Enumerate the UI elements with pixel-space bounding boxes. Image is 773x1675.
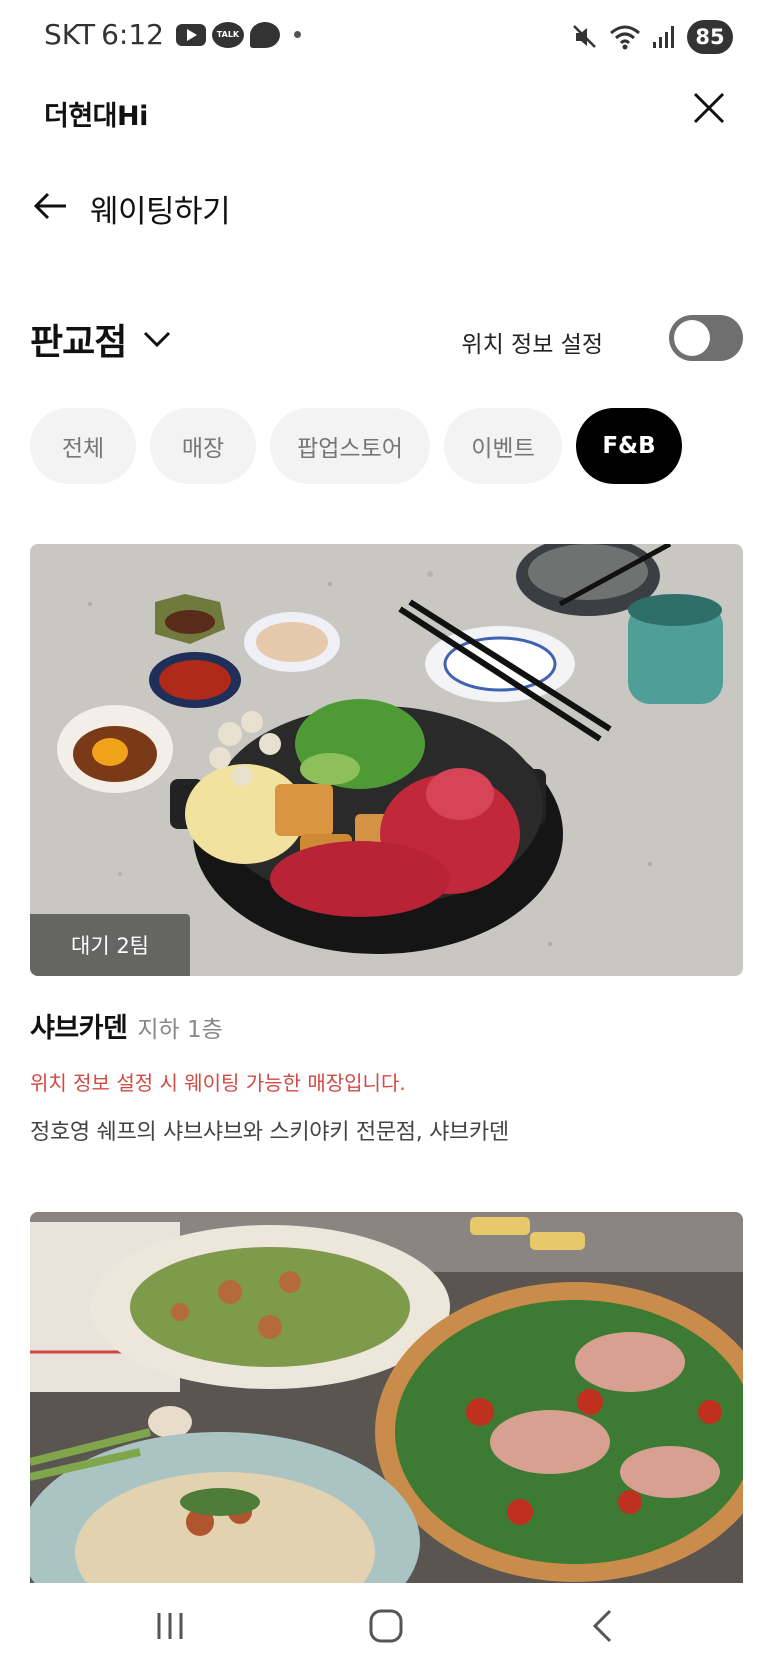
carrier: SKT <box>44 18 96 51</box>
system-back-button[interactable] <box>572 1601 632 1651</box>
toggle-knob <box>674 320 710 356</box>
app-title: 더현대Hi <box>44 101 148 132</box>
back-arrow-icon <box>33 192 66 220</box>
store-name-row: 샤브카덴 지하 1층 <box>30 1006 743 1045</box>
location-setting-label: 위치 정보 설정 <box>461 332 603 358</box>
status-left: SKT 6:12 TALK <box>44 18 301 51</box>
store-description: 정호영 쉐프의 샤브샤브와 스키야키 전문점, 샤브카덴 <box>30 1120 509 1145</box>
signal-icon <box>651 24 677 50</box>
store-card[interactable] <box>30 1212 743 1583</box>
store-card-name: 샤브카덴 <box>30 1013 128 1044</box>
wait-badge: 대기 2팀 <box>30 914 190 976</box>
store-image[interactable]: 대기 2팀 <box>30 544 743 976</box>
clock: 6:12 <box>101 18 164 51</box>
recent-apps-icon <box>157 1613 183 1639</box>
location-toggle[interactable] <box>669 315 743 361</box>
italian-food-photo <box>30 1212 743 1583</box>
store-image[interactable] <box>30 1212 743 1583</box>
chip-fnb[interactable]: F&B <box>576 408 682 484</box>
back-button[interactable] <box>30 184 74 228</box>
home-button[interactable] <box>356 1601 416 1651</box>
system-nav-bar <box>0 1583 773 1675</box>
close-icon <box>693 92 725 124</box>
threads-icon <box>249 21 280 48</box>
status-right: 85 <box>571 20 733 54</box>
home-icon <box>369 1609 403 1643</box>
category-chips: 전체 매장 팝업스토어 이벤트 F&B <box>30 408 682 484</box>
kakaotalk-icon: TALK <box>211 21 244 48</box>
wifi-icon <box>609 23 641 51</box>
chip-store[interactable]: 매장 <box>150 408 256 484</box>
store-card[interactable]: 대기 2팀 샤브카덴 지하 1층 위치 정보 설정 시 웨이팅 가능한 매장입니… <box>30 544 743 1146</box>
chip-event[interactable]: 이벤트 <box>444 408 562 484</box>
chip-all[interactable]: 전체 <box>30 408 136 484</box>
close-button[interactable] <box>685 84 733 132</box>
store-row: 판교점 위치 정보 설정 <box>0 305 773 375</box>
app-header: 더현대Hi <box>0 80 773 170</box>
page-title: 웨이팅하기 <box>90 194 231 230</box>
chevron-left-icon <box>592 1609 612 1643</box>
youtube-icon <box>175 23 206 46</box>
store-name: 판교점 <box>30 322 127 363</box>
recent-apps-button[interactable] <box>140 1601 200 1651</box>
location-notice: 위치 정보 설정 시 웨이팅 가능한 매장입니다. <box>30 1071 406 1095</box>
page-header: 웨이팅하기 <box>0 172 773 242</box>
battery-icon: 85 <box>687 20 733 54</box>
chevron-down-icon <box>144 331 171 348</box>
chip-popup-store[interactable]: 팝업스토어 <box>270 408 430 484</box>
status-bar: SKT 6:12 TALK 85 <box>0 0 773 80</box>
mute-icon <box>571 23 599 51</box>
shabu-food-photo <box>30 544 743 976</box>
more-notifications-icon <box>293 31 301 38</box>
store-dropdown[interactable]: 판교점 <box>30 313 172 365</box>
store-floor: 지하 1층 <box>137 1017 223 1043</box>
